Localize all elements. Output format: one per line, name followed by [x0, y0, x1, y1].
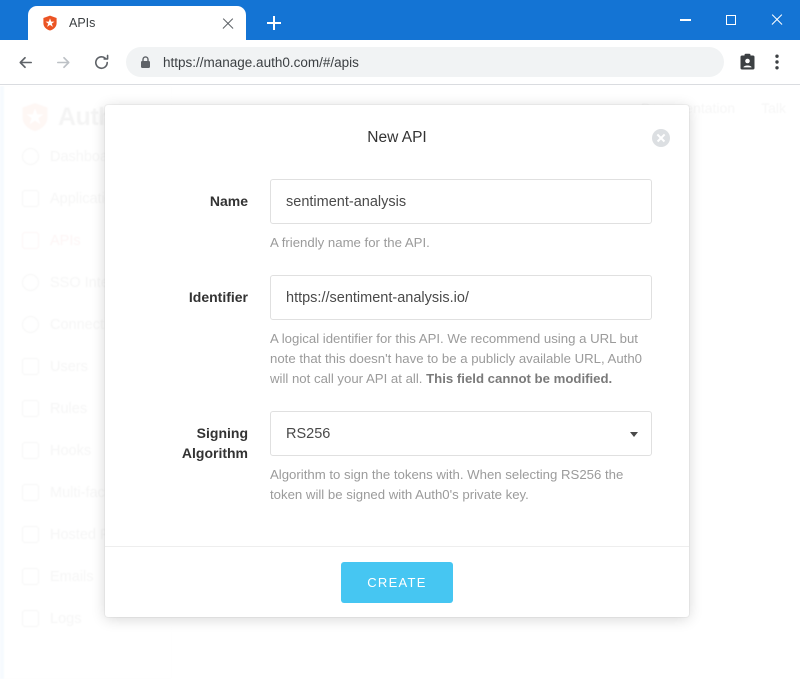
back-arrow-icon: [18, 56, 32, 68]
signing-algorithm-select[interactable]: RS256: [270, 411, 652, 456]
signing-algorithm-label: Signing Algorithm: [142, 411, 270, 505]
tab-title: APIs: [69, 16, 96, 30]
reload-icon: [94, 54, 108, 69]
forward-button[interactable]: [46, 45, 80, 79]
lock-icon: [140, 55, 151, 69]
maximize-button[interactable]: [708, 0, 754, 40]
modal-body: Name sentiment-analysis A friendly name …: [105, 171, 689, 546]
browser-titlebar: APIs: [0, 0, 800, 40]
modal-header: New API: [105, 105, 689, 171]
back-button[interactable]: [8, 45, 42, 79]
name-hint: A friendly name for the API.: [270, 235, 430, 250]
identifier-label: Identifier: [188, 289, 248, 305]
profile-badge-icon[interactable]: [732, 47, 762, 77]
close-icon[interactable]: [652, 129, 670, 147]
signing-algorithm-label-line1: Signing: [196, 425, 248, 441]
close-icon: [771, 14, 783, 26]
browser-tab[interactable]: APIs: [28, 6, 246, 40]
maximize-icon: [726, 15, 736, 25]
field-identifier: Identifier https://sentiment-analysis.io…: [142, 275, 652, 389]
signing-algorithm-value: RS256: [286, 425, 331, 442]
modal-footer: CREATE: [105, 546, 689, 617]
three-dot-menu-icon[interactable]: [762, 47, 792, 77]
forward-arrow-icon: [56, 56, 70, 68]
auth0-shield-icon: [42, 15, 58, 31]
identifier-hint-emphasis: This field cannot be modified.: [426, 371, 613, 386]
address-bar[interactable]: https://manage.auth0.com/#/apis: [126, 47, 724, 77]
field-name: Name sentiment-analysis A friendly name …: [142, 179, 652, 253]
name-label: Name: [209, 193, 248, 209]
modal-title: New API: [367, 129, 427, 146]
identifier-hint: A logical identifier for this API. We re…: [270, 329, 652, 389]
url-text: https://manage.auth0.com/#/apis: [163, 54, 359, 70]
new-api-modal: New API Name sentiment-analysis A friend…: [105, 105, 689, 617]
minimize-button[interactable]: [662, 0, 708, 40]
minimize-icon: [679, 19, 691, 21]
signing-algorithm-label-line2: Algorithm: [181, 445, 248, 461]
field-signing-algorithm: Signing Algorithm RS256 Algorithm to sig…: [142, 411, 652, 505]
reload-button[interactable]: [84, 45, 118, 79]
browser-toolbar: https://manage.auth0.com/#/apis: [0, 40, 800, 85]
close-tab-icon[interactable]: [220, 15, 236, 31]
name-input[interactable]: sentiment-analysis: [270, 179, 652, 224]
window-controls: [662, 0, 800, 40]
new-tab-button[interactable]: [260, 9, 288, 37]
browser-window: APIs https://manage.auth0.com/#/apis New…: [0, 0, 800, 679]
signing-algorithm-hint: Algorithm to sign the tokens with. When …: [270, 467, 624, 502]
chevron-down-icon: [630, 431, 638, 437]
identifier-input[interactable]: https://sentiment-analysis.io/: [270, 275, 652, 320]
close-window-button[interactable]: [754, 0, 800, 40]
create-button[interactable]: CREATE: [341, 561, 453, 603]
